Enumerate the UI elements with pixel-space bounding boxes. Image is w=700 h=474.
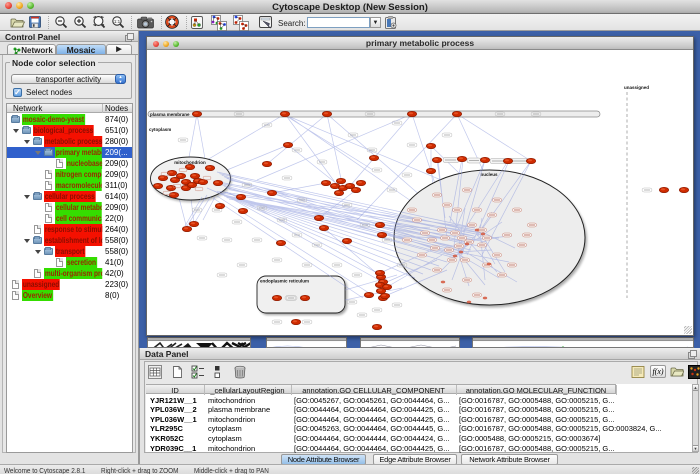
svg-text:plasma membrane: plasma membrane (150, 112, 190, 117)
svg-text:unassigned: unassigned (624, 85, 649, 90)
svg-text:1:1: 1:1 (114, 19, 121, 24)
svg-text:cytoplasm: cytoplasm (149, 127, 171, 132)
svg-text:nucleus: nucleus (480, 172, 498, 177)
svg-text:endoplasmic reticulum: endoplasmic reticulum (260, 279, 309, 284)
